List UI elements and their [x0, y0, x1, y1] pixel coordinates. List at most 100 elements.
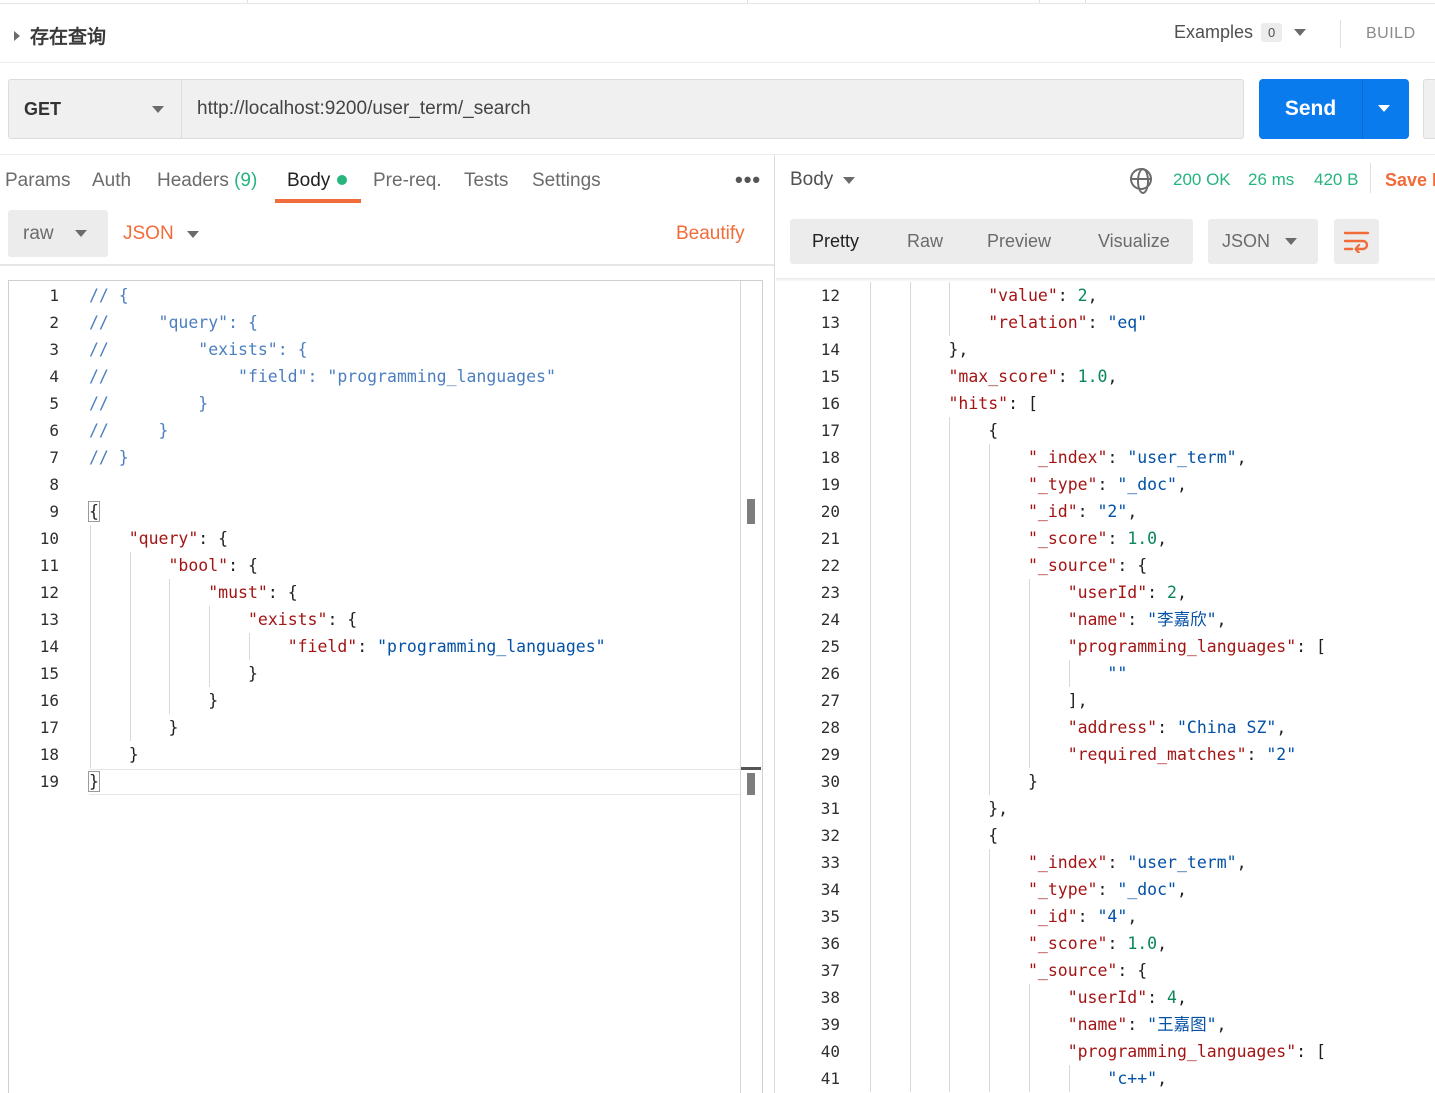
code-token: :: [1157, 718, 1177, 737]
code-token: "_source": [1027, 556, 1118, 575]
indent-guide: [90, 606, 91, 633]
method-select[interactable]: GET: [9, 80, 182, 138]
code-token: "name": [1067, 610, 1128, 629]
divider: [0, 264, 774, 266]
tab-segment: [0, 0, 248, 3]
indent-guide: [989, 849, 991, 876]
request-body-editor[interactable]: 1 // {2 // "query": {3 // "exists": {4 // "f…: [8, 280, 763, 1093]
divider: [0, 154, 1435, 155]
indent-guide: [989, 579, 991, 606]
code-line: "hits": [: [869, 390, 1037, 417]
code-token: :: [1246, 745, 1267, 764]
response-body-dropdown[interactable]: Body: [790, 169, 856, 191]
url-input[interactable]: http://localhost:9200/user_term/_search: [197, 98, 531, 120]
indent-guide: [989, 444, 991, 471]
indent-guide: [989, 687, 991, 714]
response-time[interactable]: 26 ms: [1248, 170, 1294, 190]
code-token: "userId": [1067, 583, 1148, 602]
tab-auth[interactable]: Auth: [92, 170, 131, 192]
indent-guide: [870, 822, 871, 849]
indent-guide: [129, 606, 131, 633]
expand-triangle-icon[interactable]: [14, 30, 20, 41]
indent-guide: [949, 444, 951, 471]
view-tab-preview[interactable]: Preview: [987, 231, 1051, 252]
code-token: 1.0: [1077, 367, 1108, 386]
pane-splitter[interactable]: [774, 155, 775, 1093]
tab-prereq[interactable]: Pre-req.: [373, 170, 442, 192]
view-tab-raw[interactable]: Raw: [907, 231, 943, 252]
code-token: :: [1097, 475, 1118, 494]
code-token: ,: [1176, 988, 1187, 1007]
body-format-select[interactable]: JSON: [123, 223, 174, 245]
indent-guide: [989, 957, 991, 984]
request-name[interactable]: 存在查询: [14, 22, 106, 49]
code-token: "c++": [1107, 1069, 1158, 1088]
code-token: "_score": [1027, 529, 1108, 548]
save-response-button[interactable]: Save R: [1385, 170, 1435, 191]
line-number: 40: [820, 1042, 840, 1061]
indent-guide: [870, 525, 871, 552]
indent-guide: [90, 579, 91, 606]
line-number: 38: [820, 988, 840, 1007]
code-token: :: [1097, 880, 1118, 899]
response-format-select[interactable]: JSON: [1208, 219, 1318, 264]
indent-guide: [870, 741, 871, 768]
code-token: : {: [228, 556, 258, 575]
tab-settings[interactable]: Settings: [532, 170, 601, 192]
indent-guide: [909, 1038, 911, 1065]
code-token: // {: [89, 286, 129, 305]
save-button[interactable]: [1423, 79, 1435, 139]
line-number: 12: [39, 583, 59, 602]
line-number: 36: [820, 934, 840, 953]
indent-guide: [90, 741, 91, 768]
indent-guide: [909, 633, 911, 660]
body-mode-select[interactable]: raw: [8, 210, 108, 257]
chevron-down-icon: [1285, 238, 1297, 245]
view-tab-pretty[interactable]: Pretty: [812, 231, 859, 252]
globe-icon[interactable]: [1130, 168, 1152, 194]
indent-guide: [909, 606, 911, 633]
tab-body[interactable]: Body: [287, 170, 348, 192]
send-options-chevron-icon[interactable]: [1378, 105, 1390, 112]
editor-scrollbar-track[interactable]: [740, 281, 741, 1093]
line-number: 22: [820, 556, 840, 575]
code-token: {: [988, 826, 999, 845]
line-number: 27: [820, 691, 840, 710]
chevron-down-icon[interactable]: [187, 231, 199, 238]
line-number: 28: [820, 718, 840, 737]
view-tab-visualize[interactable]: Visualize: [1098, 231, 1170, 252]
code-line: "_type": "_doc",: [869, 471, 1187, 498]
code-token: "_source": [1027, 961, 1118, 980]
code-token: ],: [1067, 691, 1088, 710]
body-mode-label: raw: [23, 222, 54, 244]
examples-label: Examples: [1174, 22, 1254, 42]
line-number: 23: [820, 583, 840, 602]
indent-guide: [909, 903, 911, 930]
status-code[interactable]: 200 OK: [1173, 170, 1231, 190]
indent-guide: [870, 336, 871, 363]
beautify-button[interactable]: Beautify: [676, 223, 745, 245]
code-line: }: [869, 768, 1038, 795]
indent-guide: [989, 714, 991, 741]
wrap-lines-button[interactable]: [1334, 219, 1379, 264]
indent-guide: [1028, 714, 1030, 741]
build-button[interactable]: BUILD: [1366, 25, 1416, 43]
send-button[interactable]: Send: [1259, 79, 1409, 139]
code-token: "2": [1097, 502, 1128, 521]
examples-dropdown[interactable]: Examples 0: [1174, 22, 1307, 43]
code-token: "_index": [1027, 853, 1108, 872]
tab-headers[interactable]: Headers (9): [157, 170, 257, 192]
code-token: "programming_languages": [1067, 637, 1297, 656]
response-body-viewer[interactable]: 12 "value": 2, 13 "relation": "eq" 14 }, 15…: [776, 282, 1435, 1093]
more-options-icon[interactable]: •••: [735, 167, 761, 193]
tab-params[interactable]: Params: [5, 170, 70, 192]
indent-guide: [909, 363, 911, 390]
indent-guide: [169, 687, 171, 714]
editor-scrollbar-thumb[interactable]: [747, 499, 755, 524]
response-size[interactable]: 420 B: [1314, 170, 1358, 190]
tab-tests[interactable]: Tests: [464, 170, 508, 192]
line-number: 30: [820, 772, 840, 791]
indent-guide: [949, 606, 951, 633]
code-line: // "exists": {: [89, 336, 308, 363]
